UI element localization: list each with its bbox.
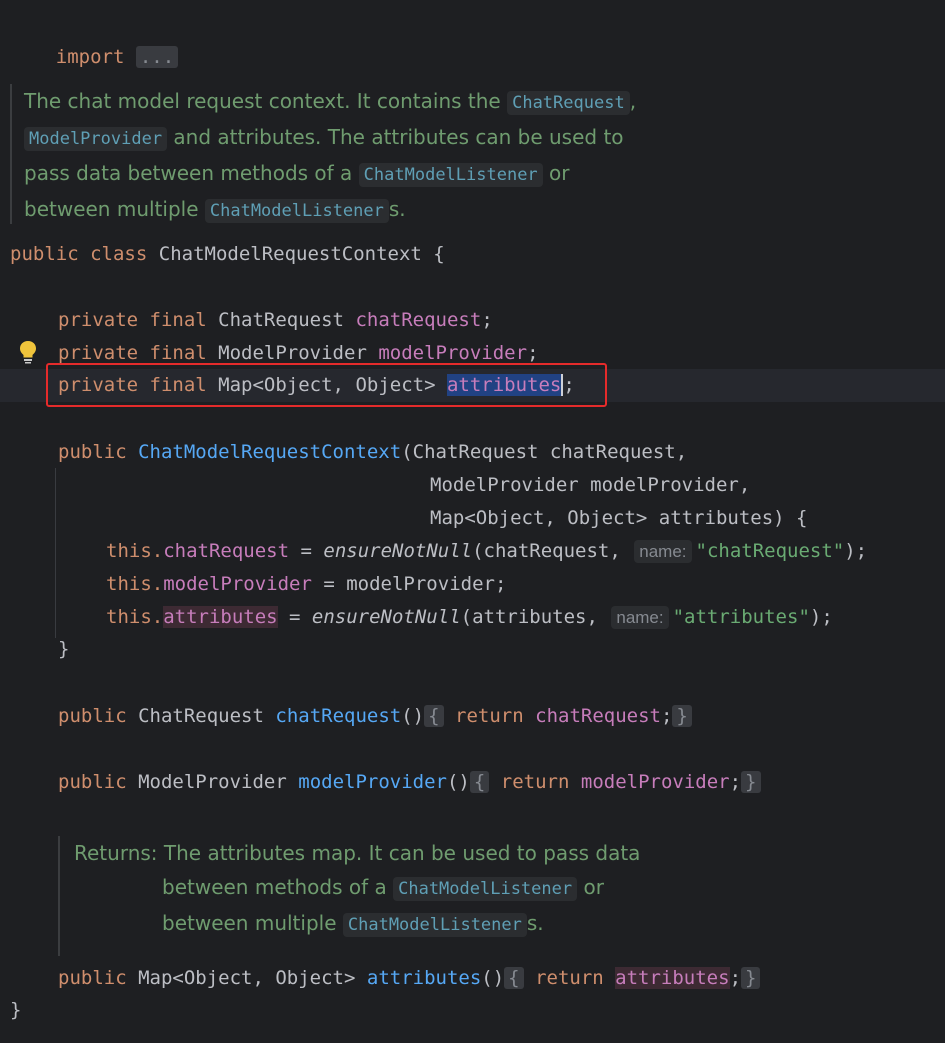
class-doc-line-4: between multiple ChatModelListener s. (24, 197, 406, 223)
method-attributes[interactable]: attributes (367, 967, 481, 989)
code-editor[interactable]: import ... The chat model request contex… (0, 0, 945, 1043)
attr-doc-ref-listener-2[interactable]: ChatModelListener (342, 913, 527, 937)
lightbulb-icon[interactable] (19, 340, 37, 364)
constructor-statement-2: this.modelProvider = modelProvider; (106, 573, 507, 595)
constructor-statement-1: this.chatRequest = ensureNotNull(chatReq… (106, 540, 868, 563)
param-hint-name: name: (634, 540, 692, 563)
constructor-param-3: Map<Object, Object> attributes) { (430, 507, 808, 529)
attributes-javadoc: Returns: The attributes map. It can be u… (58, 836, 640, 956)
constructor-param-2: ModelProvider modelProvider, (430, 474, 751, 496)
import-line: import ... (10, 8, 179, 68)
attr-doc-line-3: between multiple ChatModelListener s. (162, 911, 544, 937)
import-fold[interactable]: ... (135, 46, 179, 68)
class-doc-line-2: ModelProvider and attributes. The attrib… (24, 120, 636, 156)
param-hint-name: name: (611, 606, 669, 629)
import-keyword: import (55, 46, 125, 68)
method-chatrequest[interactable]: chatRequest (275, 705, 401, 727)
attr-doc-ref-listener-1[interactable]: ChatModelListener (393, 877, 578, 901)
class-javadoc: The chat model request context. It conta… (10, 84, 636, 224)
doc-ref-modelprovider[interactable]: ModelProvider (24, 127, 168, 151)
getter-modelprovider: public ModelProvider modelProvider(){ re… (58, 766, 761, 799)
class-declaration: public class ChatModelRequestContext { (10, 243, 445, 265)
method-modelprovider[interactable]: modelProvider (298, 771, 447, 793)
class-name[interactable]: ChatModelRequestContext (159, 243, 422, 265)
indent-guide (55, 468, 56, 638)
doc-ref-chatrequest[interactable]: ChatRequest (507, 91, 630, 115)
attr-doc-line-1: Returns: The attributes map. It can be u… (74, 841, 641, 865)
class-close-brace: } (10, 999, 22, 1021)
constructor-signature: public ChatModelRequestContext(ChatReque… (58, 441, 688, 463)
attr-doc-line-2: between methods of a ChatModelListener o… (162, 875, 604, 901)
class-doc-line-3: pass data between methods of a ChatModel… (24, 161, 570, 187)
doc-ref-listener-2[interactable]: ChatModelListener (204, 199, 389, 223)
getter-chatrequest: public ChatRequest chatRequest(){ return… (58, 700, 692, 733)
constructor-close-brace: } (58, 638, 70, 660)
field-chatrequest: private final ChatRequest chatRequest; (58, 309, 493, 331)
class-doc-line-1: The chat model request context. It conta… (24, 89, 637, 115)
highlight-box (46, 363, 607, 407)
getter-attributes: public Map<Object, Object> attributes(){… (58, 962, 761, 995)
constructor-statement-3: this.attributes = ensureNotNull(attribut… (106, 606, 833, 629)
doc-ref-listener-1[interactable]: ChatModelListener (358, 163, 543, 187)
constructor-name[interactable]: ChatModelRequestContext (138, 441, 401, 463)
